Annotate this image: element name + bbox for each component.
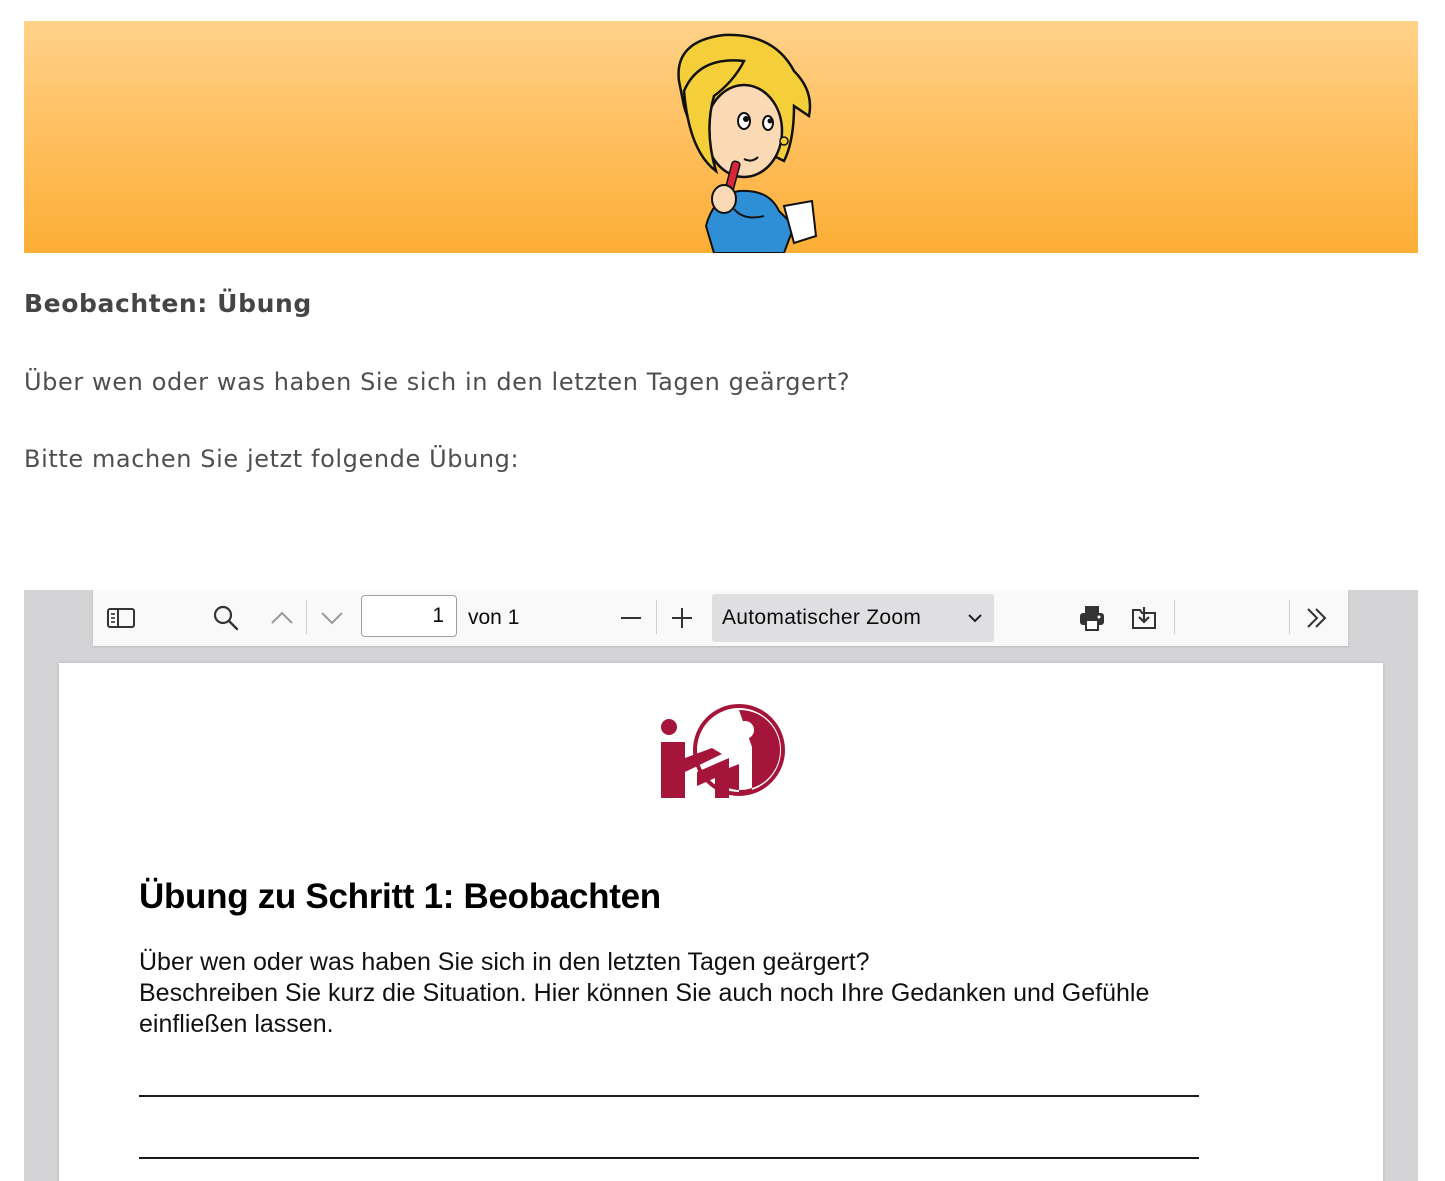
zoom-select[interactable]: Automatischer Zoom (712, 594, 994, 642)
sidebar-icon (107, 608, 135, 628)
previous-page-button[interactable] (264, 600, 300, 636)
chevron-down-icon (321, 612, 343, 625)
chevron-down-icon (968, 614, 982, 623)
print-button[interactable] (1073, 599, 1111, 637)
intro-question: Über wen oder was haben Sie sich in den … (24, 368, 851, 396)
page-count-label: von 1 (468, 606, 520, 629)
answer-line (139, 1095, 1199, 1097)
pdf-viewer: von 1 Automatischer Zoom (24, 590, 1418, 1181)
pdf-text-line: Über wen oder was haben Sie sich in den … (139, 948, 870, 976)
header-banner (24, 21, 1418, 253)
pdf-title: Übung zu Schritt 1: Beobachten (139, 877, 661, 916)
imi-logo (661, 704, 785, 798)
search-button[interactable] (208, 600, 244, 636)
download-icon (1132, 607, 1156, 629)
next-page-button[interactable] (314, 600, 350, 636)
pdf-body: Über wen oder was haben Sie sich in den … (139, 947, 1229, 1040)
plus-icon (672, 608, 692, 628)
minus-icon (621, 617, 641, 619)
search-icon (213, 605, 239, 631)
chevron-up-icon (271, 611, 293, 624)
pdf-text-line: Beschreiben Sie kurz die Situation. Hier… (139, 979, 1150, 1007)
thinking-woman-illustration (677, 33, 818, 253)
answer-line (139, 1157, 1199, 1159)
double-chevron-right-icon (1307, 608, 1327, 628)
zoom-out-button[interactable] (613, 600, 649, 636)
pdf-page: Übung zu Schritt 1: Beobachten Über wen … (59, 663, 1383, 1181)
sidebar-toggle-button[interactable] (103, 600, 139, 636)
printer-icon (1080, 606, 1104, 631)
zoom-in-button[interactable] (664, 600, 700, 636)
download-button[interactable] (1125, 599, 1163, 637)
intro-instruction: Bitte machen Sie jetzt folgende Übung: (24, 445, 520, 473)
page-heading: Beobachten: Übung (24, 289, 312, 318)
page-number-input[interactable] (361, 595, 457, 637)
pdf-text-line: einfließen lassen. (139, 1010, 334, 1038)
pdf-toolbar: von 1 Automatischer Zoom (93, 590, 1348, 646)
zoom-select-value: Automatischer Zoom (722, 606, 922, 629)
tools-button[interactable] (1299, 600, 1335, 636)
